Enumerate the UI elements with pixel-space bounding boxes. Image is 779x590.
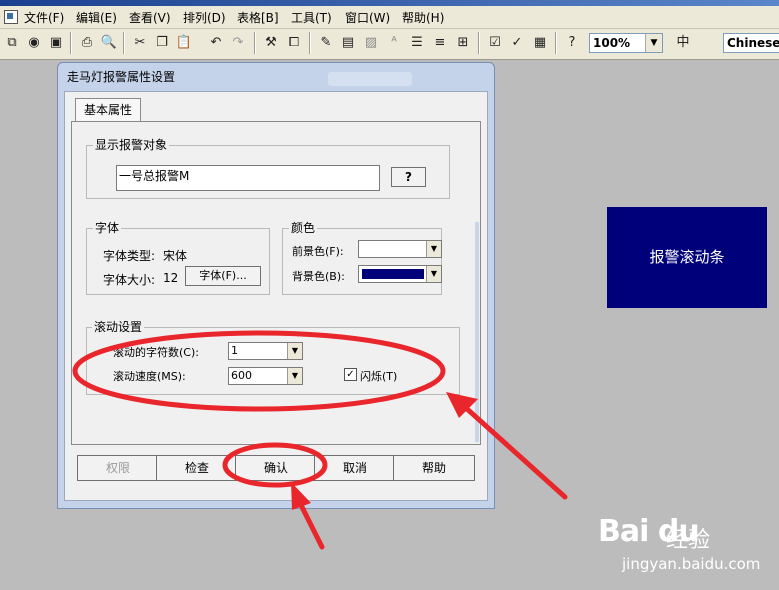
alarm-marquee-dialog: 走马灯报警属性设置 基本属性 显示报警对象 一号总报警M ? 字体 字体类型: …	[57, 62, 495, 509]
scroll-settings-group-label: 滚动设置	[92, 320, 145, 334]
dialog-titlebar-control	[328, 72, 412, 86]
font-type-value: 宋体	[163, 249, 188, 263]
language-select[interactable]: Chinese	[723, 33, 779, 53]
toolbar-separator	[478, 32, 480, 54]
print-preview-icon[interactable]: 🔍	[100, 34, 118, 52]
permission-button[interactable]: 权限	[77, 455, 159, 481]
toolbar-separator	[555, 32, 557, 54]
zoom-select[interactable]: 100% ▼	[589, 33, 663, 53]
help-icon[interactable]: ?	[563, 34, 581, 52]
font-group-label: 字体	[93, 221, 122, 235]
watermark-url: jingyan.baidu.com	[622, 555, 761, 573]
toolbar-separator	[123, 32, 125, 54]
check-button[interactable]: 检查	[156, 455, 238, 481]
scroll-chars-select[interactable]: 1 ▼	[228, 342, 303, 360]
tab-panel: 显示报警对象 一号总报警M ? 字体 字体类型: 宋体 字体大小: 12 字体(…	[71, 121, 481, 445]
menu-tools[interactable]: 工具(T)	[291, 9, 332, 26]
tools-icon[interactable]: ⚒	[262, 34, 280, 52]
font-button[interactable]: 字体(F)...	[185, 266, 261, 286]
language-value: Chinese	[727, 36, 779, 50]
image-icon[interactable]: ▨	[362, 34, 380, 52]
background-color-label: 背景色(B):	[292, 270, 345, 283]
database-icon[interactable]: ◉	[25, 34, 43, 52]
menu-window[interactable]: 窗口(W)	[345, 9, 390, 26]
menu-table[interactable]: 表格[B]	[237, 9, 279, 26]
scroll-settings-group: 滚动设置 滚动的字符数(C): 1 ▼ 滚动速度(MS): 600 ▼ ✓ 闪烁…	[86, 320, 460, 395]
menu-help[interactable]: 帮助(H)	[402, 9, 444, 26]
page-setup-icon[interactable]: ⊞	[454, 34, 472, 52]
cancel-button[interactable]: 取消	[314, 455, 396, 481]
foreground-color-label: 前景色(F):	[292, 245, 344, 258]
font-group: 字体 字体类型: 宋体 字体大小: 12 字体(F)...	[86, 221, 270, 295]
flash-checkbox[interactable]: ✓	[344, 368, 357, 381]
font-type-label: 字体类型:	[103, 249, 156, 263]
scroll-chars-value: 1	[231, 344, 238, 357]
menu-view[interactable]: 查看(V)	[129, 9, 171, 26]
menu-arrange[interactable]: 排列(D)	[183, 9, 226, 26]
chevron-down-icon[interactable]: ▼	[287, 343, 302, 359]
help-button[interactable]: 帮助	[393, 455, 475, 481]
chevron-down-icon[interactable]: ▼	[287, 368, 302, 384]
copy-icon[interactable]: ❐	[153, 34, 171, 52]
app-icon[interactable]	[4, 10, 18, 24]
redo-icon[interactable]: ↷	[229, 34, 247, 52]
dialog-title: 走马灯报警属性设置	[67, 70, 176, 84]
watermark-text: 经验	[666, 528, 711, 553]
dialog-body: 基本属性 显示报警对象 一号总报警M ? 字体 字体类型: 宋体 字体大小: 1…	[64, 91, 488, 501]
list-icon[interactable]: ▦	[531, 34, 549, 52]
browse-object-button[interactable]: ?	[391, 167, 426, 187]
tab-basic-properties[interactable]: 基本属性	[75, 98, 141, 122]
font-size-value: 12	[163, 271, 179, 285]
menu-edit[interactable]: 编辑(E)	[76, 9, 117, 26]
alarm-object-field[interactable]: 一号总报警M	[116, 165, 380, 191]
panel-scroll-strip	[475, 222, 479, 442]
chevron-down-icon[interactable]: ▼	[426, 266, 441, 282]
paste-icon[interactable]: 📋	[175, 34, 193, 52]
alarm-object-group-label: 显示报警对象	[93, 138, 170, 152]
zoom-value: 100%	[593, 36, 631, 50]
toolbar-separator	[309, 32, 311, 54]
check-icon[interactable]: ☑	[486, 34, 504, 52]
toolbar: ⧉ ◉ ▣ ⎙ 🔍 ✂ ❐ 📋 ↶ ↷ ⚒ ⧠ ✎ ▤ ▨ ᴬ ☰ ≡ ⊞ ☑ …	[0, 29, 779, 60]
undo-icon[interactable]: ↶	[207, 34, 225, 52]
save-icon[interactable]: ▣	[47, 34, 65, 52]
alarm-object-group: 显示报警对象 一号总报警M ?	[86, 138, 450, 199]
sort-icon[interactable]: ✓	[508, 34, 526, 52]
text-size-icon[interactable]: ᴬ	[385, 34, 403, 52]
flash-label: 闪烁(T)	[360, 370, 398, 383]
cut-icon[interactable]: ✂	[131, 34, 149, 52]
chevron-down-icon[interactable]: ▼	[645, 34, 662, 52]
font-size-label: 字体大小:	[103, 273, 156, 287]
toolbar-separator	[254, 32, 256, 54]
scroll-speed-label: 滚动速度(MS):	[113, 370, 186, 383]
background-color-select[interactable]: ▼	[358, 265, 442, 283]
foreground-color-select[interactable]: ▼	[358, 240, 442, 258]
font-style-icon[interactable]: ✎	[317, 34, 335, 52]
toolbar-separator	[70, 32, 72, 54]
alarm-marquee-preview[interactable]: 报警滚动条	[607, 207, 767, 308]
chevron-down-icon[interactable]: ▼	[426, 241, 441, 257]
print-icon[interactable]: ⎙	[78, 34, 96, 52]
scroll-speed-select[interactable]: 600 ▼	[228, 367, 303, 385]
properties-icon[interactable]: ⧠	[285, 34, 303, 52]
confirm-button[interactable]: 确认	[235, 455, 317, 481]
align-center-icon[interactable]: ≡	[431, 34, 449, 52]
color-group-label: 颜色	[289, 221, 318, 235]
background-color-swatch	[362, 269, 424, 279]
scroll-speed-value: 600	[231, 369, 252, 382]
align-left-icon[interactable]: ☰	[408, 34, 426, 52]
format-icon[interactable]: ▤	[339, 34, 357, 52]
scroll-chars-label: 滚动的字符数(C):	[113, 346, 199, 359]
color-group: 颜色 前景色(F): ▼ 背景色(B): ▼	[282, 221, 442, 295]
language-icon[interactable]: 中	[674, 34, 692, 52]
menu-file[interactable]: 文件(F)	[24, 9, 64, 26]
new-window-icon[interactable]: ⧉	[3, 34, 21, 52]
menu-bar: 文件(F) 编辑(E) 查看(V) 排列(D) 表格[B] 工具(T) 窗口(W…	[0, 6, 779, 29]
